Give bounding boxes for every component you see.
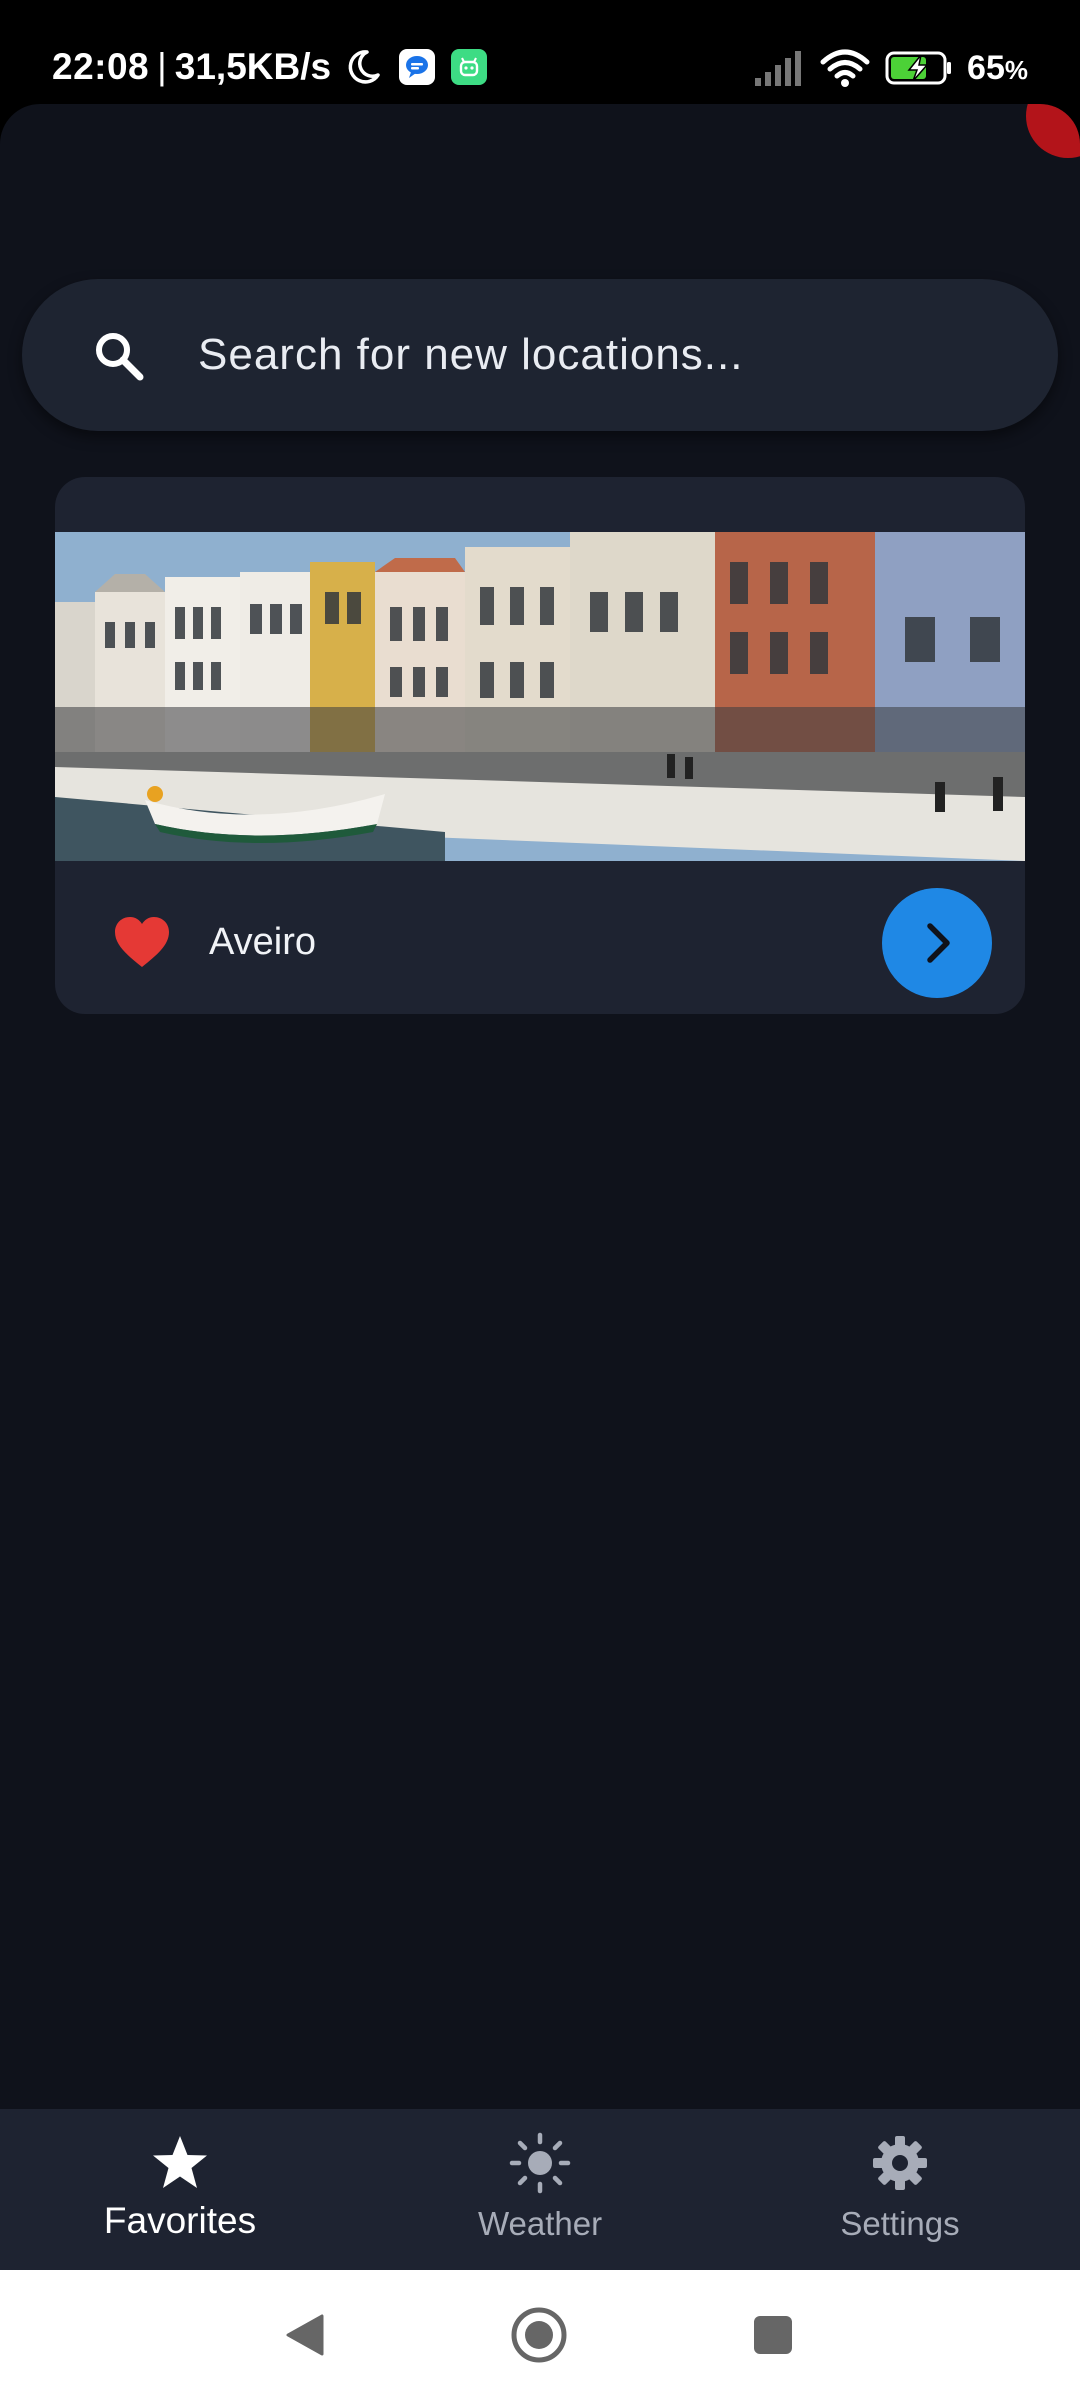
network-speed: 31,5KB/s [174, 46, 332, 87]
battery-charging-icon [885, 51, 952, 85]
corner-accent [1026, 104, 1080, 158]
back-icon[interactable] [280, 2310, 330, 2360]
location-name[interactable]: Aveiro [209, 912, 316, 972]
recents-button[interactable] [738, 2300, 808, 2370]
status-bar: 22:08 | 31,5KB/s 65% [0, 0, 1080, 104]
wifi-icon [820, 49, 870, 87]
nav-item-settings[interactable]: Settings [720, 2109, 1080, 2270]
battery-percent: 65% [967, 48, 1028, 87]
sun-icon[interactable] [509, 2132, 571, 2194]
search-icon[interactable] [92, 329, 146, 383]
location-card[interactable]: Aveiro [55, 477, 1025, 1014]
app-frame: Search for new locations... Aveiro [0, 104, 1080, 2270]
home-button[interactable] [504, 2300, 574, 2370]
signal-icon [755, 51, 802, 86]
status-time: 22:08 [52, 46, 150, 87]
back-button[interactable] [270, 2300, 340, 2370]
status-right: 65% [753, 44, 1028, 92]
nav-label-favorites[interactable]: Favorites [0, 2200, 360, 2242]
moon-icon [348, 50, 380, 84]
open-location-button[interactable] [882, 888, 992, 998]
android-app-icon [451, 49, 488, 85]
message-app-icon [399, 49, 436, 85]
home-icon[interactable] [508, 2304, 570, 2366]
gear-icon[interactable] [869, 2132, 931, 2194]
search-bar[interactable]: Search for new locations... [22, 279, 1058, 431]
recents-icon[interactable] [751, 2313, 795, 2357]
nav-item-favorites[interactable]: Favorites [0, 2109, 360, 2270]
location-photo [55, 532, 1025, 861]
star-icon[interactable] [149, 2132, 211, 2194]
nav-item-weather[interactable]: Weather [360, 2109, 720, 2270]
status-left: 22:08 | 31,5KB/s [52, 42, 488, 92]
heart-icon[interactable] [113, 915, 171, 969]
nav-label-weather[interactable]: Weather [360, 2205, 720, 2243]
bottom-nav: Favorites Weather Settings [0, 2109, 1080, 2270]
system-nav-bar [0, 2270, 1080, 2400]
chevron-right-icon[interactable] [912, 918, 962, 968]
search-input[interactable]: Search for new locations... [198, 279, 743, 431]
status-separator: | [157, 46, 167, 87]
nav-label-settings[interactable]: Settings [720, 2205, 1080, 2243]
